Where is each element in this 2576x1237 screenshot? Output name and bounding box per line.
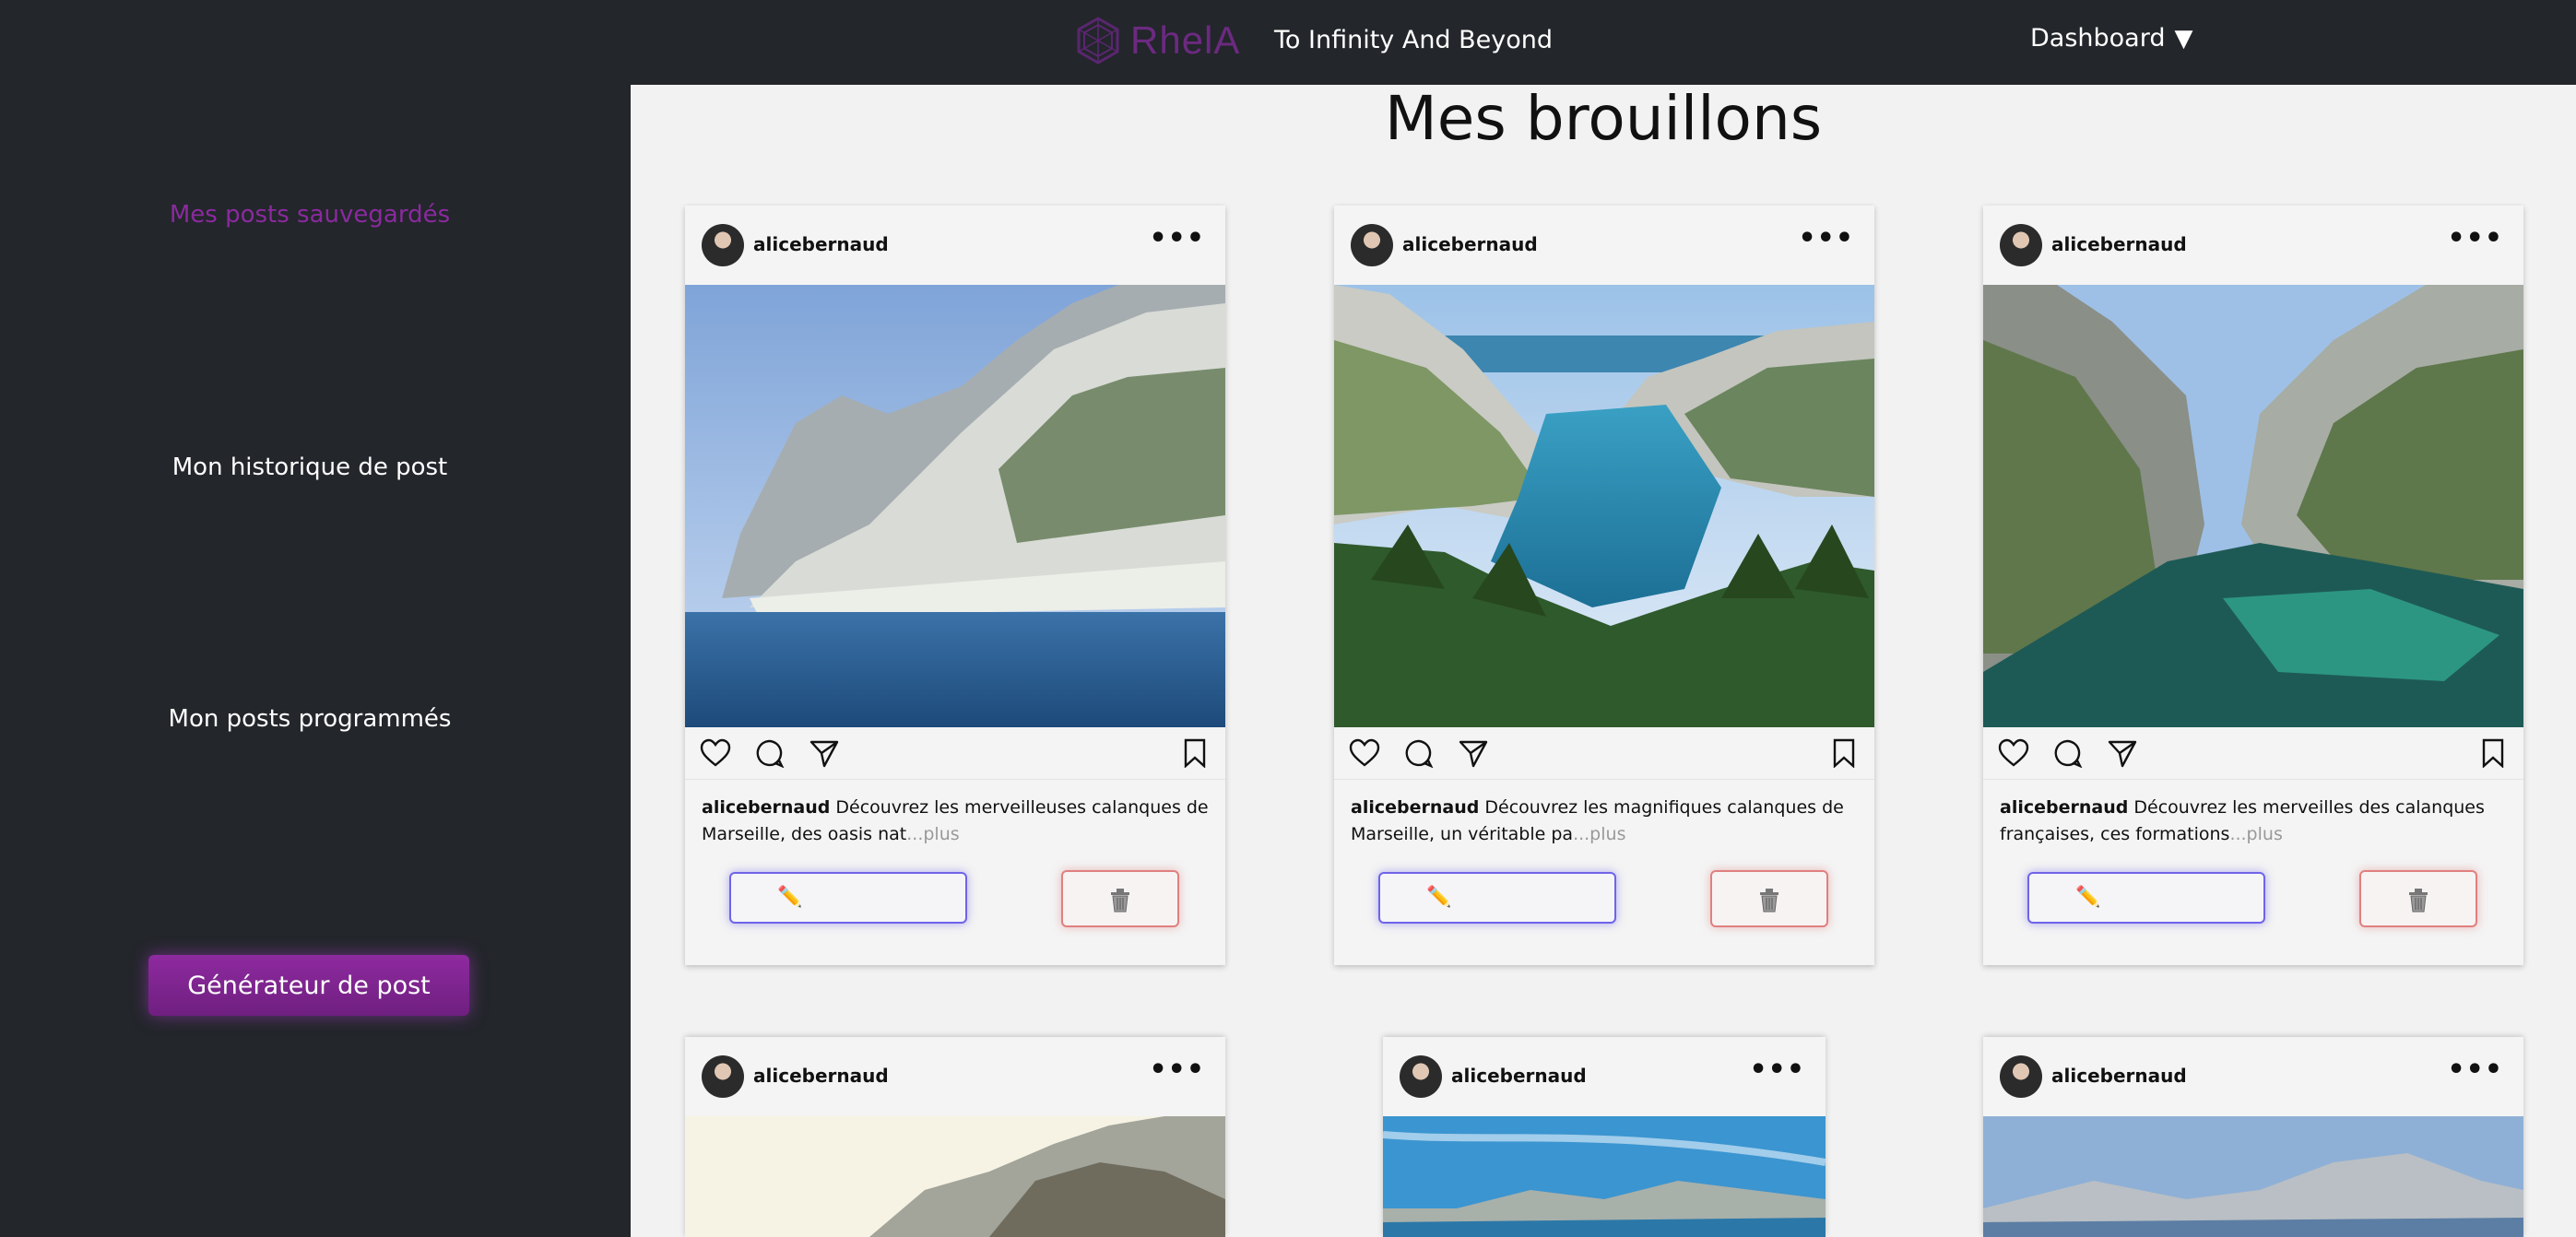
caret-down-icon: ▼ xyxy=(2174,25,2193,53)
delete-button[interactable] xyxy=(1061,870,1179,927)
avatar[interactable] xyxy=(2000,224,2042,266)
username[interactable]: alicebernaud xyxy=(753,233,889,255)
post-caption: alicebernaud Découvrez les merveilleuses… xyxy=(685,780,1225,861)
pencil-icon: ✏️ xyxy=(2075,885,2101,908)
post-header: alicebernaud ••• xyxy=(1983,206,2523,285)
more-link[interactable]: ...plus xyxy=(1573,824,1625,844)
caption-username[interactable]: alicebernaud xyxy=(2000,797,2128,818)
post-card: alicebernaud ••• alicebernaud Découvrez … xyxy=(1983,206,2523,965)
post-image[interactable] xyxy=(1334,285,1874,727)
tagline: To Infinity And Beyond xyxy=(1274,26,1554,54)
top-bar: RhelA To Infinity And Beyond Dashboard ▼ xyxy=(0,0,2576,85)
post-card: alicebernaud ••• xyxy=(1983,1037,2523,1237)
post-buttons: ✏️ xyxy=(1983,861,2523,965)
more-options-icon[interactable]: ••• xyxy=(2447,222,2503,254)
username[interactable]: alicebernaud xyxy=(1402,233,1538,255)
post-header: alicebernaud ••• xyxy=(685,206,1225,285)
page-title: Mes brouillons xyxy=(1384,83,1823,154)
caption-username[interactable]: alicebernaud xyxy=(702,797,830,818)
pencil-icon: ✏️ xyxy=(777,885,803,908)
more-link[interactable]: ...plus xyxy=(906,824,959,844)
post-actions xyxy=(1334,727,1874,780)
sidebar-item-scheduled-posts[interactable]: Mon posts programmés xyxy=(0,705,620,733)
comment-icon[interactable] xyxy=(1402,738,1434,768)
trash-icon xyxy=(1760,889,1778,913)
delete-button[interactable] xyxy=(2359,870,2477,927)
username[interactable]: alicebernaud xyxy=(2051,1065,2187,1087)
comment-icon[interactable] xyxy=(2051,738,2083,768)
dashboard-menu[interactable]: Dashboard ▼ xyxy=(2030,24,2192,53)
more-options-icon[interactable]: ••• xyxy=(1149,1054,1205,1086)
username[interactable]: alicebernaud xyxy=(2051,233,2187,255)
share-icon[interactable] xyxy=(2107,738,2138,768)
bookmark-icon[interactable] xyxy=(1832,738,1856,768)
avatar[interactable] xyxy=(1400,1055,1442,1098)
post-header: alicebernaud ••• xyxy=(685,1037,1225,1116)
avatar[interactable] xyxy=(702,224,744,266)
post-buttons: ✏️ xyxy=(685,861,1225,965)
post-header: alicebernaud ••• xyxy=(1383,1037,1826,1116)
post-card: alicebernaud ••• xyxy=(685,1037,1225,1237)
hexagon-logo-icon xyxy=(1077,17,1119,65)
post-actions xyxy=(685,727,1225,780)
share-icon[interactable] xyxy=(1458,738,1489,768)
edit-button[interactable]: ✏️ xyxy=(729,872,967,924)
more-options-icon[interactable]: ••• xyxy=(1798,222,1854,254)
caption-username[interactable]: alicebernaud xyxy=(1351,797,1479,818)
heart-icon[interactable] xyxy=(1349,738,1380,768)
post-card: alicebernaud ••• xyxy=(1383,1037,1826,1237)
edit-button[interactable]: ✏️ xyxy=(1378,872,1616,924)
post-card: alicebernaud ••• alicebernaud Découvrez … xyxy=(685,206,1225,965)
post-buttons: ✏️ xyxy=(1334,861,1874,965)
dashboard-label: Dashboard xyxy=(2030,24,2166,53)
more-options-icon[interactable]: ••• xyxy=(2447,1054,2503,1086)
post-image[interactable] xyxy=(1983,285,2523,727)
avatar[interactable] xyxy=(2000,1055,2042,1098)
username[interactable]: alicebernaud xyxy=(1451,1065,1587,1087)
sidebar: Mes posts sauvegardés Mon historique de … xyxy=(0,85,631,1237)
comment-icon[interactable] xyxy=(753,738,785,768)
username[interactable]: alicebernaud xyxy=(753,1065,889,1087)
post-header: alicebernaud ••• xyxy=(1983,1037,2523,1116)
more-link[interactable]: ...plus xyxy=(2229,824,2282,844)
post-actions xyxy=(1983,727,2523,780)
brand-logo[interactable]: RhelA xyxy=(1073,13,1240,68)
logo-text: RhelA xyxy=(1130,18,1241,62)
post-caption: alicebernaud Découvrez les magnifiques c… xyxy=(1334,780,1874,861)
trash-icon xyxy=(1111,889,1129,913)
post-caption: alicebernaud Découvrez les merveilles de… xyxy=(1983,780,2523,861)
avatar[interactable] xyxy=(1351,224,1393,266)
trash-icon xyxy=(2409,889,2428,913)
more-options-icon[interactable]: ••• xyxy=(1749,1054,1805,1086)
heart-icon[interactable] xyxy=(700,738,731,768)
share-icon[interactable] xyxy=(809,738,840,768)
post-header: alicebernaud ••• xyxy=(1334,206,1874,285)
avatar[interactable] xyxy=(702,1055,744,1098)
post-image[interactable] xyxy=(1383,1116,1826,1237)
pencil-icon: ✏️ xyxy=(1426,885,1452,908)
delete-button[interactable] xyxy=(1710,870,1828,927)
bookmark-icon[interactable] xyxy=(2481,738,2505,768)
heart-icon[interactable] xyxy=(1998,738,2029,768)
bookmark-icon[interactable] xyxy=(1183,738,1207,768)
post-image[interactable] xyxy=(685,285,1225,727)
post-card: alicebernaud ••• alicebernaud Découvrez … xyxy=(1334,206,1874,965)
post-image[interactable] xyxy=(1983,1116,2523,1237)
post-image[interactable] xyxy=(685,1116,1225,1237)
post-generator-button[interactable]: Générateur de post xyxy=(148,955,469,1016)
sidebar-item-saved-posts[interactable]: Mes posts sauvegardés xyxy=(0,201,620,229)
more-options-icon[interactable]: ••• xyxy=(1149,222,1205,254)
sidebar-item-post-history[interactable]: Mon historique de post xyxy=(0,454,620,481)
edit-button[interactable]: ✏️ xyxy=(2027,872,2265,924)
